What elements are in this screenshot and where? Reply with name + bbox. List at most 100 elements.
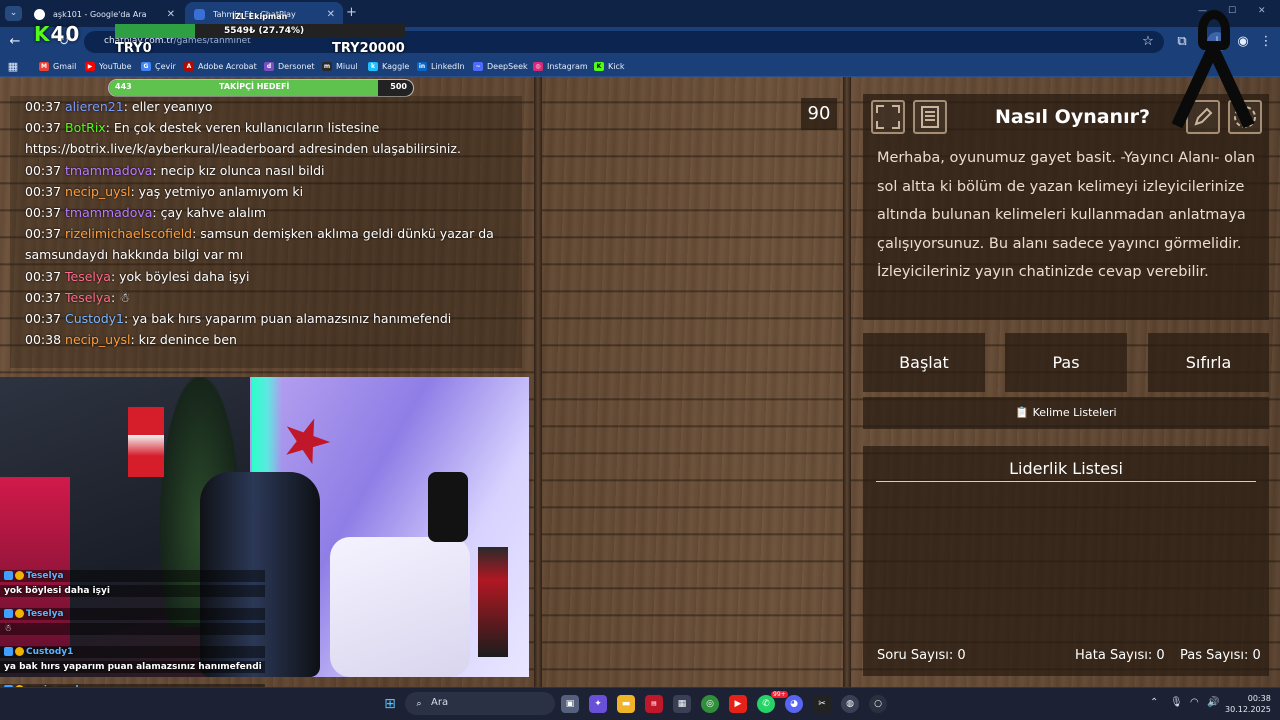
bookmark-linkedin[interactable]: in LinkedIn <box>417 60 465 73</box>
how-to-play-text: Merhaba, oyunumuz gayet basit. -Yayıncı … <box>877 150 1256 280</box>
bookmark-adobe[interactable]: A Adobe Acrobat <box>184 60 257 73</box>
close-window-icon[interactable]: ✕ <box>1258 6 1266 16</box>
kaggle-icon: k <box>368 62 378 71</box>
app-icon[interactable]: ○ <box>869 695 887 713</box>
back-icon[interactable]: ← <box>5 32 25 52</box>
windows-start-icon[interactable]: ⊞ <box>381 695 399 713</box>
cam-chat-message: yok böylesi daha işyi <box>0 585 265 597</box>
taskbar-clock[interactable]: 00:38 30.12.2025 <box>1225 693 1271 715</box>
copilot-icon[interactable]: ✦ <box>589 695 607 713</box>
microphone-icon[interactable]: 🎙 <box>1170 697 1183 708</box>
gift-badge-icon <box>15 571 24 580</box>
bookmark-dersonet[interactable]: d Dersonet <box>264 60 315 73</box>
youtube-taskbar-icon[interactable]: ▶ <box>729 695 747 713</box>
bookmark-label: YouTube <box>99 62 132 71</box>
chat-time: 00:37 <box>25 99 62 114</box>
nutcracker-figure <box>478 547 508 657</box>
bookmark-instagram[interactable]: ◎ Instagram <box>533 60 588 73</box>
chat-username[interactable]: Custody1 <box>65 311 124 326</box>
chat-text: necip kız olunca nasıl bildi <box>160 162 325 178</box>
apps-grid-icon[interactable]: ▦ <box>3 57 23 77</box>
tray-chevron-icon[interactable]: ⌃ <box>1150 697 1158 708</box>
chat-time: 00:37 <box>25 226 62 242</box>
taskbar-search-placeholder: Ara <box>431 697 449 708</box>
cam-chat-header: Teselya <box>0 570 265 582</box>
volume-icon[interactable]: 🔊 <box>1207 697 1219 708</box>
tab-search-button[interactable]: ⌄ <box>5 6 22 21</box>
chat-message: 00:37 alieren21: eller yeanıyo <box>25 99 213 114</box>
chat-username[interactable]: rizelimichaelscofield <box>65 226 192 241</box>
tab-title: aşk101 - Google'da Ara <box>53 10 147 19</box>
obs-icon[interactable]: ◍ <box>841 695 859 713</box>
chat-message: https://botrix.live/k/ayberkural/leaderb… <box>25 139 461 159</box>
how-to-play-title: Nasıl Oynanır? <box>995 106 1150 128</box>
chat-text: samsun demişken aklıma geldi dünkü yazar… <box>200 226 494 242</box>
search-icon: ⌕ <box>416 699 422 709</box>
cam-chat-message: ☃ <box>0 623 265 635</box>
chat-text: yok böylesi daha işyi <box>119 268 250 284</box>
task-view-icon[interactable]: ▣ <box>561 695 579 713</box>
chat-time: 00:37 <box>25 205 62 220</box>
pass-button[interactable]: Pas <box>1005 333 1127 392</box>
store-icon[interactable]: ▦ <box>673 695 691 713</box>
chat-text: çay kahve alalım <box>160 205 267 220</box>
chat-username[interactable]: tmammadova <box>65 205 152 220</box>
follower-goal-bar: 443 TAKİPÇİ HEDEFİ 500 <box>108 79 414 97</box>
kick-viewer-badge: K40 <box>34 22 80 46</box>
pass-count: Pas Sayısı: 0 <box>1180 648 1261 663</box>
wifi-icon[interactable]: ◠ <box>1190 697 1199 708</box>
news-app-icon[interactable]: ▤ <box>645 695 663 713</box>
chat-time: 00:37 <box>25 289 62 305</box>
instagram-icon: ◎ <box>533 62 543 71</box>
notes-icon[interactable] <box>913 100 947 134</box>
black-ribbon-icon <box>1171 10 1255 130</box>
bookmark-youtube[interactable]: ▶ YouTube <box>85 60 132 73</box>
bookmark-label: Gmail <box>53 62 77 71</box>
file-explorer-icon[interactable]: ▬ <box>617 695 635 713</box>
bookmark-deepseek[interactable]: ~ DeepSeek <box>473 60 528 73</box>
bookmark-label: Miuul <box>336 62 358 71</box>
cam-chat-username: Custody1 <box>26 647 74 657</box>
miuul-icon: m <box>322 62 332 71</box>
chat-username[interactable]: tmammadova <box>65 163 152 178</box>
bookmark-kaggle[interactable]: k Kaggle <box>368 60 409 73</box>
chrome-icon[interactable]: ◎ <box>701 695 719 713</box>
chat-text: samsundaydı hakkında bilgi var mı <box>25 247 244 263</box>
cam-chat-message: ya bak hırs yaparım puan alamazsınız han… <box>0 661 265 673</box>
chat-time: 00:37 <box>25 183 62 199</box>
word-lists-button[interactable]: 📋 Kelime Listeleri <box>863 397 1269 429</box>
bookmark-gmail[interactable]: M Gmail <box>39 60 76 73</box>
donation-goal-percent: 5549₺ (27.74%) <box>224 26 305 36</box>
chat-text: eller yeanıyo <box>131 99 213 114</box>
chat-username[interactable]: necip_uysl <box>65 184 130 199</box>
menu-dots-icon[interactable]: ⋮ <box>1256 32 1276 52</box>
chat-time: 00:37 <box>25 311 62 326</box>
chat-username[interactable]: alieren21 <box>65 99 124 114</box>
clipboard-icon: 📋 <box>1015 406 1033 419</box>
cam-chat-username: Teselya <box>26 609 64 619</box>
chat-text: ☃ <box>119 289 131 305</box>
new-tab-button[interactable]: + <box>346 5 357 20</box>
goal-min-amount: TRY0 <box>115 41 152 56</box>
chat-message: 00:38 necip_uysl: kız denince ben <box>25 332 237 348</box>
chat-text: ya bak hırs yaparım puan alamazsınız han… <box>132 311 452 326</box>
chat-username[interactable]: Teselya <box>65 290 111 305</box>
discord-icon[interactable]: ◕ <box>785 695 803 713</box>
fullscreen-icon[interactable] <box>871 100 905 134</box>
bookmark-star-icon[interactable]: ☆ <box>1138 32 1158 52</box>
bookmark-label: Kick <box>608 62 625 71</box>
bookmark-translate[interactable]: G Çevir <box>141 60 176 73</box>
bookmark-miuul[interactable]: m Miuul <box>322 60 358 73</box>
bookmark-label: DeepSeek <box>487 62 528 71</box>
dersonet-icon: d <box>264 62 274 71</box>
capcut-icon[interactable]: ✂ <box>813 695 831 713</box>
reset-button[interactable]: Sıfırla <box>1148 333 1269 392</box>
chat-username[interactable]: Teselya <box>65 269 111 284</box>
sub-badge-icon <box>4 609 13 618</box>
clock-time: 00:38 <box>1247 694 1271 703</box>
chat-time: 00:37 <box>25 162 62 178</box>
chat-username[interactable]: BotRix <box>65 120 106 135</box>
bookmark-kick[interactable]: K Kick <box>594 60 625 73</box>
chat-username[interactable]: necip_uysl <box>65 332 130 347</box>
start-button[interactable]: Başlat <box>863 333 985 392</box>
